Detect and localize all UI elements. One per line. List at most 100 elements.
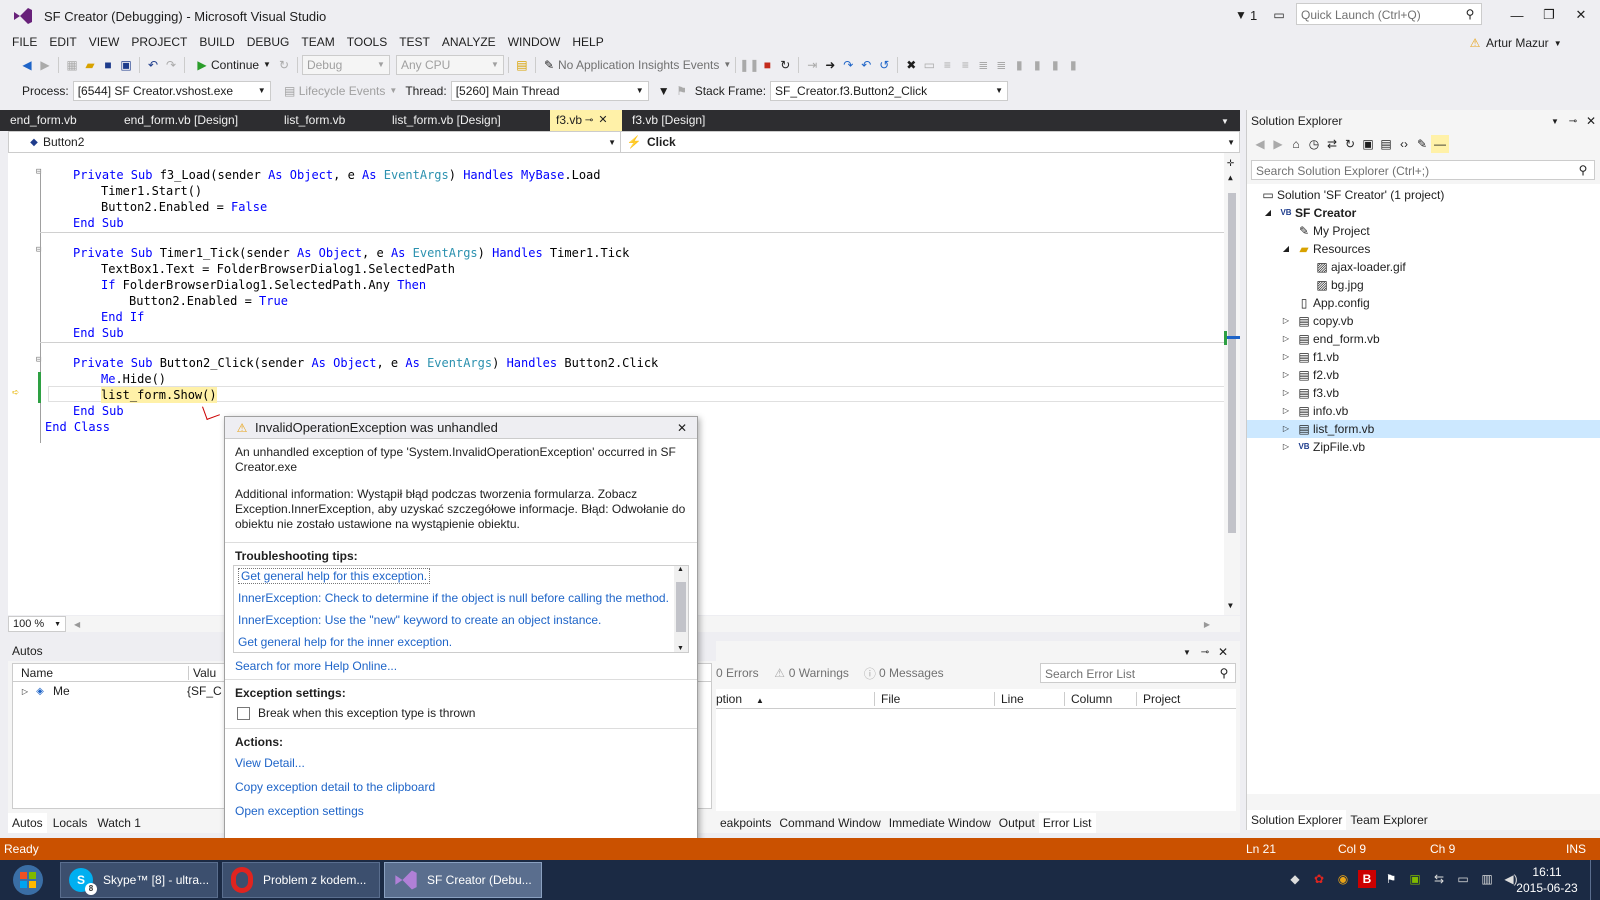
threads-icon[interactable]: ▭ — [920, 56, 938, 74]
tray-action-center-icon[interactable]: ▭ — [1454, 870, 1472, 888]
home-icon[interactable]: ⌂ — [1287, 135, 1305, 153]
maximize-button[interactable]: ❐ — [1534, 4, 1564, 26]
collapsed-icon[interactable]: ▷ — [1277, 348, 1295, 366]
menu-help[interactable]: HELP — [566, 32, 609, 52]
comment-icon[interactable]: ≣ — [974, 56, 992, 74]
messages-filter[interactable]: 0 Messages — [879, 666, 944, 680]
redo-icon[interactable]: ↷ — [162, 56, 180, 74]
menu-test[interactable]: TEST — [393, 32, 436, 52]
break-checkbox[interactable] — [237, 706, 250, 720]
step-over-icon[interactable]: ↷ — [839, 56, 857, 74]
menu-project[interactable]: PROJECT — [125, 32, 193, 52]
tip-link-1[interactable]: Get general help for this exception. — [238, 568, 431, 584]
menu-analyze[interactable]: ANALYZE — [436, 32, 502, 52]
tray-diamond-icon[interactable]: ◆ — [1286, 870, 1304, 888]
tree-item-zipfile-vb[interactable]: ▷ VB ZipFile.vb — [1277, 438, 1365, 456]
scroll-down-icon[interactable]: ▼ — [677, 645, 684, 652]
column-header-description[interactable]: ption ▲ — [716, 692, 874, 706]
editor-vertical-scrollbar[interactable]: ✛ ▲ ▼ — [1224, 153, 1240, 615]
stop-icon[interactable]: ■ — [758, 56, 776, 74]
user-account[interactable]: ⚠ Artur Mazur ▼ — [1466, 34, 1567, 52]
restart-icon[interactable]: ↻ — [776, 56, 794, 74]
search-help-online-link[interactable]: Search for more Help Online... — [225, 653, 697, 679]
search-solution-input[interactable]: Search Solution Explorer (Ctrl+;) ⚲ — [1251, 160, 1595, 180]
column-header-project[interactable]: Project — [1136, 691, 1180, 706]
dropdown-icon[interactable]: ▼ — [1546, 112, 1564, 130]
new-project-icon[interactable]: ▦ — [63, 56, 81, 74]
tree-item-app-config[interactable]: ▯ App.config — [1295, 294, 1370, 312]
collapsed-icon[interactable]: ▷ — [1277, 420, 1295, 438]
tray-network-icon[interactable]: ▥ — [1478, 870, 1496, 888]
menu-build[interactable]: BUILD — [193, 32, 240, 52]
feedback-icon[interactable]: ▭ — [1270, 6, 1288, 24]
thread-select[interactable]: [5260] Main Thread ▼ — [450, 80, 649, 101]
history-icon[interactable]: ◷ — [1305, 135, 1323, 153]
collapsed-icon[interactable]: ▷ — [1277, 312, 1295, 330]
tray-flag-icon[interactable]: ⚑ — [1382, 870, 1400, 888]
clear-bookmarks-icon[interactable]: ▮ — [1064, 56, 1082, 74]
column-header-line[interactable]: Line — [994, 691, 1064, 706]
tab-command-window[interactable]: Command Window — [775, 816, 884, 830]
outdent-icon[interactable]: ≡ — [956, 56, 974, 74]
menu-edit[interactable]: EDIT — [43, 32, 82, 52]
tree-item-bg-jpg[interactable]: ▨ bg.jpg — [1313, 276, 1363, 294]
type-member-select[interactable]: ◆ Button2 ▼ — [9, 132, 621, 152]
scroll-up-icon[interactable]: ▲ — [677, 566, 684, 573]
menu-window[interactable]: WINDOW — [502, 32, 567, 52]
hex-display-icon[interactable]: ✖ — [902, 56, 920, 74]
forward-icon[interactable]: ▶ — [36, 56, 54, 74]
tab-solution-explorer[interactable]: Solution Explorer — [1247, 810, 1347, 830]
collapse-all-icon[interactable]: ▣ — [1359, 135, 1377, 153]
collapsed-icon[interactable]: ▷ — [1277, 330, 1295, 348]
column-header-name[interactable]: Name — [13, 665, 189, 680]
tab-breakpoints[interactable]: eakpoints — [716, 816, 775, 830]
back-icon[interactable]: ◀ — [1251, 135, 1269, 153]
open-folder-icon[interactable]: ▰ — [81, 56, 99, 74]
flag-threads-icon[interactable]: ⚑ — [673, 82, 691, 100]
indent-icon[interactable]: ≡ — [938, 56, 956, 74]
tab-team-explorer[interactable]: Team Explorer — [1346, 813, 1431, 827]
scroll-right-icon[interactable]: ▶ — [1204, 620, 1210, 629]
step-out-icon[interactable]: ↶ — [857, 56, 875, 74]
taskbar-item-skype[interactable]: S8 Skype™ [8] - ultra... — [60, 862, 218, 898]
open-exception-settings-link[interactable]: Open exception settings — [225, 799, 697, 823]
prev-bookmark-icon[interactable]: ▮ — [1028, 56, 1046, 74]
dropdown-icon[interactable]: ▼ — [1178, 643, 1196, 661]
tab-f3-design[interactable]: f3.vb [Design] — [622, 110, 715, 131]
refresh-icon[interactable]: ↻ — [1341, 135, 1359, 153]
view-detail-link[interactable]: View Detail... — [225, 751, 697, 775]
platform-select[interactable]: Any CPU ▼ — [395, 54, 504, 75]
taskbar-item-visual-studio[interactable]: SF Creator (Debu... — [384, 862, 542, 898]
menu-tools[interactable]: TOOLS — [341, 32, 393, 52]
show-desktop-button[interactable] — [1590, 860, 1600, 900]
pin-icon[interactable]: ⊸ — [1564, 112, 1582, 130]
tree-item-solution[interactable]: ▭ Solution 'SF Creator' (1 project) — [1259, 186, 1444, 204]
tree-item-f2-vb[interactable]: ▷ ▤ f2.vb — [1277, 366, 1339, 384]
close-tab-icon[interactable]: ✕ — [596, 112, 610, 130]
find-icon[interactable]: ▤ — [513, 56, 531, 74]
next-bookmark-icon[interactable]: ▮ — [1046, 56, 1064, 74]
expanded-icon[interactable]: ◢ — [1259, 204, 1277, 222]
show-all-files-icon[interactable]: ▤ — [1377, 135, 1395, 153]
menu-file[interactable]: FILE — [6, 32, 43, 52]
quick-launch[interactable]: Quick Launch (Ctrl+Q) ⚲ — [1296, 3, 1482, 25]
minimize-button[interactable]: — — [1502, 4, 1532, 26]
filter-icon[interactable]: ▼ — [655, 82, 673, 100]
tab-f3-vb[interactable]: f3.vb ⊸ ✕ — [550, 110, 622, 131]
refresh-icon[interactable]: ↻ — [275, 56, 293, 74]
event-select[interactable]: ⚡ Click ▼ — [621, 132, 1239, 152]
properties-icon[interactable]: ✎ — [1413, 135, 1431, 153]
save-all-icon[interactable]: ▣ — [117, 56, 135, 74]
notification-flag[interactable]: ▼ 1 — [1232, 6, 1257, 24]
collapsed-icon[interactable]: ▷ — [1277, 402, 1295, 420]
tip-link-2[interactable]: InnerException: Check to determine if th… — [234, 588, 688, 610]
tab-autos[interactable]: Autos — [8, 813, 47, 833]
tab-immediate-window[interactable]: Immediate Window — [885, 816, 995, 830]
expand-icon[interactable]: ▷ — [19, 682, 31, 700]
process-select[interactable]: [6544] SF Creator.vshost.exe ▼ — [72, 80, 271, 101]
sync-icon[interactable]: ⇄ — [1323, 135, 1341, 153]
start-button[interactable] — [6, 862, 50, 898]
tree-item-my-project[interactable]: ✎ My Project — [1295, 222, 1370, 240]
step-into-icon[interactable]: ➜ — [821, 56, 839, 74]
tab-error-list[interactable]: Error List — [1038, 813, 1096, 833]
